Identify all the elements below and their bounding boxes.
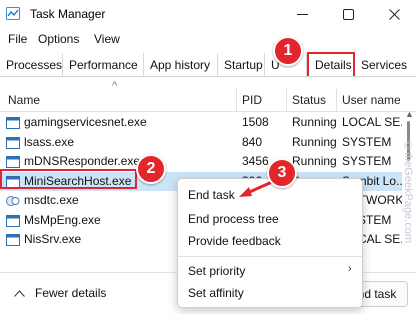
- tab-label: Details: [315, 58, 352, 72]
- process-user: LOCAL SE...: [342, 115, 402, 129]
- column-label: Name: [8, 93, 41, 107]
- tab-label: App history: [150, 57, 211, 72]
- ctx-end-task[interactable]: End task: [188, 188, 235, 202]
- menu-view[interactable]: View: [94, 32, 120, 46]
- step-badge: 3: [267, 158, 297, 188]
- process-pid: 1508: [242, 115, 269, 129]
- process-status: Running: [292, 154, 337, 168]
- menu-options[interactable]: Options: [38, 32, 79, 46]
- process-user: SYSTEM: [342, 134, 392, 149]
- maximize-button[interactable]: [329, 2, 367, 26]
- column-header-row: Name PID Status User name: [0, 88, 416, 112]
- process-name: gamingservicesnet.exe: [24, 115, 147, 129]
- process-icon: [6, 234, 20, 246]
- column-name[interactable]: Name: [0, 88, 236, 112]
- process-pid: 3456: [242, 154, 269, 168]
- ctx-set-affinity[interactable]: Set affinity: [188, 286, 244, 300]
- minimize-button[interactable]: [283, 2, 321, 26]
- ctx-end-process-tree[interactable]: End process tree: [188, 212, 279, 226]
- process-name: NisSrv.exe: [24, 232, 82, 246]
- menu-file[interactable]: File: [8, 32, 27, 46]
- chevron-right-icon: ›: [348, 263, 352, 275]
- ctx-provide-feedback[interactable]: Provide feedback: [188, 234, 281, 248]
- process-name: mDNSResponder.exe: [24, 154, 141, 168]
- column-user-name[interactable]: User name: [336, 88, 416, 112]
- maximize-icon: [342, 8, 354, 20]
- process-icon: [6, 156, 20, 168]
- selected-row-highlight: [0, 169, 137, 189]
- column-label: PID: [242, 93, 263, 107]
- process-name: MsMpEng.exe: [24, 212, 101, 227]
- column-status[interactable]: Status: [286, 88, 336, 112]
- menu-divider: [178, 256, 362, 257]
- minimize-icon: [296, 13, 308, 15]
- watermark: ©theGeekPage.com: [402, 140, 414, 244]
- process-icon: [6, 136, 20, 149]
- fewer-details-link[interactable]: Fewer details: [14, 286, 106, 300]
- tab-label: Performance: [69, 57, 138, 72]
- tab-processes[interactable]: Processes: [0, 53, 63, 76]
- table-row[interactable]: lsass.exe 840 Running SYSTEM: [0, 133, 402, 153]
- process-status: Running: [292, 115, 337, 129]
- ctx-set-priority[interactable]: Set priority: [188, 264, 245, 278]
- process-name: msdtc.exe: [24, 193, 79, 207]
- chevron-up-icon: [14, 289, 25, 297]
- process-icon: [6, 214, 20, 227]
- process-name: lsass.exe: [24, 134, 75, 149]
- scroll-up-icon[interactable]: ▲: [405, 109, 414, 119]
- step-badge: 1: [273, 36, 303, 66]
- column-label: Status: [292, 93, 327, 107]
- tab-services[interactable]: Services: [355, 53, 416, 76]
- tab-details[interactable]: Details: [307, 52, 355, 76]
- table-row[interactable]: gamingservicesnet.exe 1508 Running LOCAL…: [0, 113, 402, 133]
- process-status: Running: [292, 134, 337, 149]
- process-pid: 840: [242, 134, 263, 149]
- context-menu: End task End process tree Provide feedba…: [177, 178, 363, 308]
- process-icon: [6, 196, 20, 206]
- title-bar: Task Manager: [0, 0, 416, 28]
- step-badge: 2: [136, 154, 166, 184]
- column-label: User name: [342, 93, 401, 107]
- process-user: SYSTEM: [342, 154, 392, 168]
- task-manager-icon: [6, 7, 20, 20]
- close-icon: [388, 8, 400, 20]
- fewer-details-label: Fewer details: [35, 286, 107, 300]
- menu-bar: File Options View: [0, 29, 416, 49]
- tab-label: Processes: [6, 57, 63, 72]
- tab-performance[interactable]: Performance: [63, 53, 144, 76]
- tab-strip: Processes Performance App history Startu…: [0, 52, 416, 77]
- tab-startup[interactable]: Startup: [218, 53, 265, 76]
- close-button[interactable]: [375, 2, 413, 26]
- column-pid[interactable]: PID: [236, 88, 286, 112]
- tab-label: Services: [361, 57, 408, 72]
- window-title: Task Manager: [30, 7, 106, 21]
- tab-label: Startup: [224, 57, 263, 72]
- process-icon: [6, 117, 20, 129]
- tab-app-history[interactable]: App history: [144, 53, 218, 76]
